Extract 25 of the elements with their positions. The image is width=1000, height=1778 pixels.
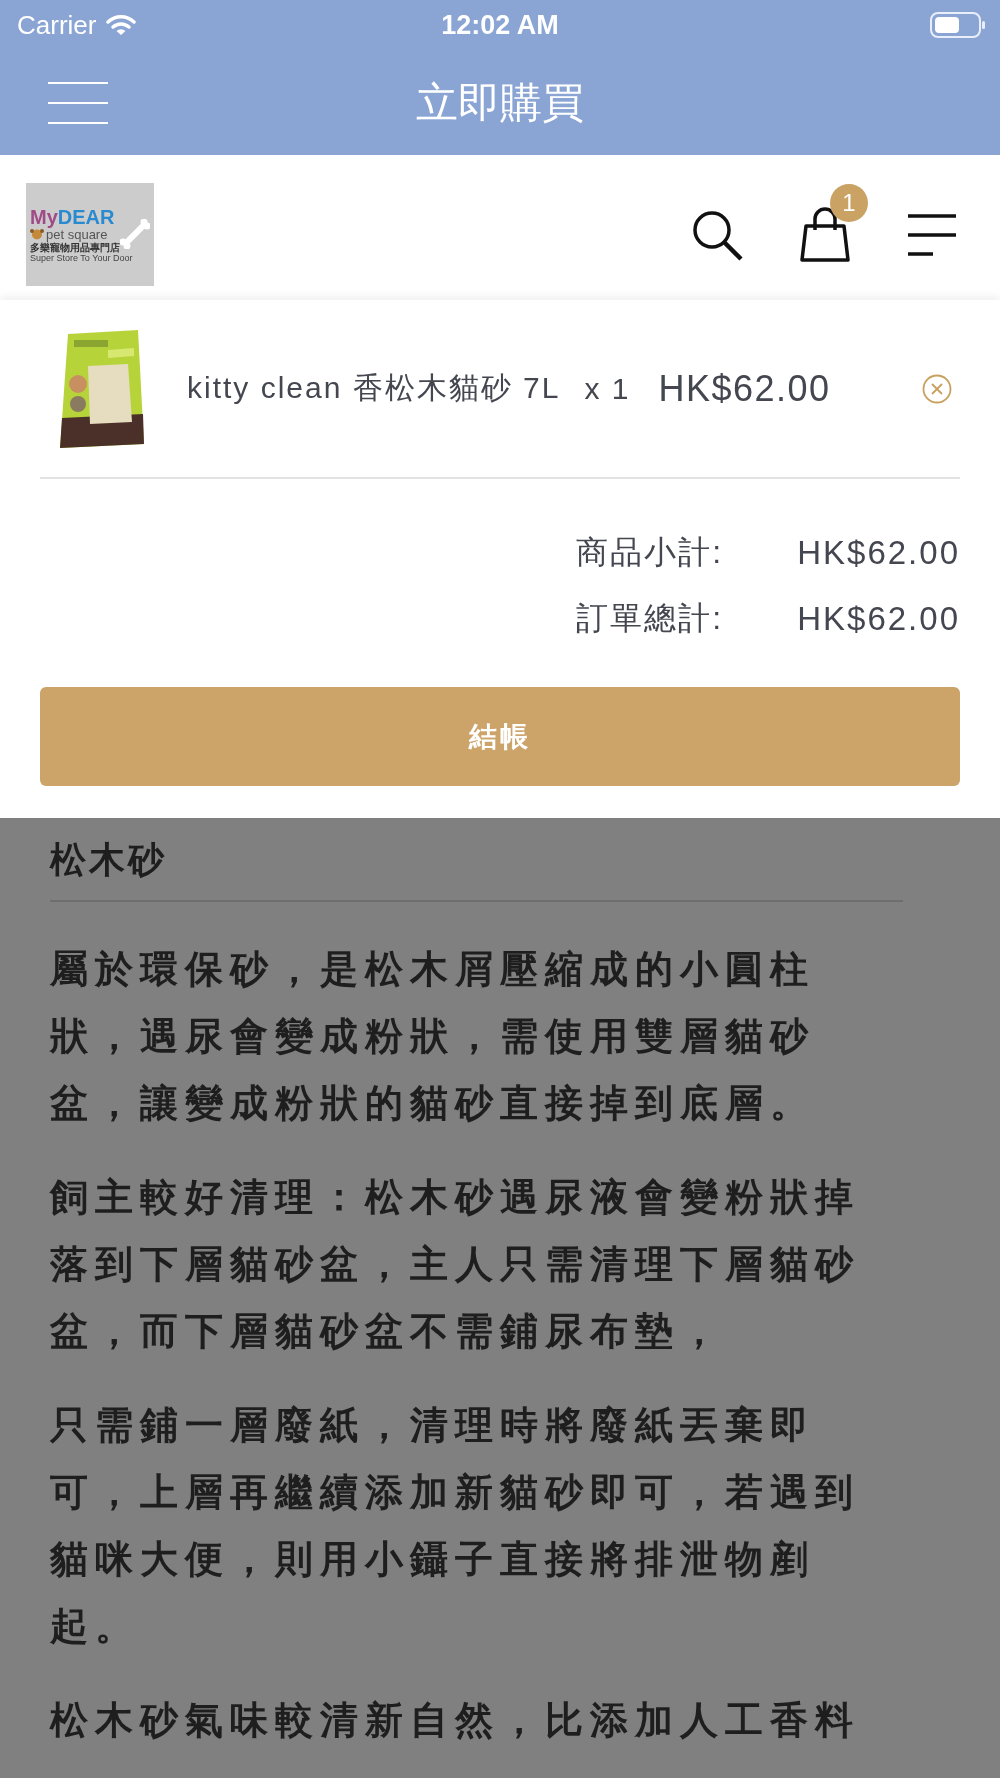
- product-quantity: x 1: [584, 371, 631, 406]
- description-paragraph: 松木砂氣味較清新自然，比添加人工香料: [50, 1698, 861, 1743]
- menu-icon[interactable]: [906, 213, 958, 256]
- description-paragraph: 飼主較好清理：松木砂遇尿液會變粉狀掉落到下層貓砂盆，主人只需清理下層貓砂盆，而下層貓砂盆不需鋪尿布墊，: [50, 1175, 861, 1354]
- product-price: HK$62.00: [658, 367, 831, 410]
- carrier-label: Carrier: [17, 9, 97, 41]
- store-logo[interactable]: MyDEAR pet square 多樂寵物用品專門店 Super Store To Your Door: [26, 183, 154, 286]
- summary-value: HK$62.00: [797, 534, 960, 572]
- cart-count-badge: 1: [830, 183, 868, 222]
- summary-label: 訂單總計:: [576, 599, 724, 638]
- clock-time: 12:02 AM: [441, 9, 559, 41]
- summary-value: HK$62.00: [797, 600, 960, 638]
- logo-tagline: 多樂寵物用品專門店: [30, 241, 121, 253]
- dog-face-icon: [30, 228, 44, 240]
- description-paragraph: 屬於環保砂，是松木屑壓縮成的小圓柱狀，遇尿會變成粉狀，需使用雙層貓砂盆，讓變成粉狀的貓砂直接掉到底層。: [50, 947, 816, 1126]
- logo-wordmark: MyDEAR: [30, 206, 116, 227]
- section-heading: 松木砂: [50, 838, 168, 882]
- wifi-icon: [106, 14, 137, 36]
- logo-slogan: Super Store To Your Door: [30, 252, 134, 263]
- product-name[interactable]: kitty clean 香松木貓砂 7L: [187, 368, 561, 409]
- description-paragraph: 只需鋪一層廢紙，清理時將廢紙丟棄即可，上層再繼續添加新貓砂即可，若遇到貓咪大便，則用小鑷子直接將排泄物剷起。: [50, 1403, 861, 1649]
- bone-icon: [120, 219, 150, 249]
- page-title: 立即購買: [416, 77, 584, 128]
- summary-label: 商品小計:: [576, 533, 724, 572]
- battery-icon: [930, 12, 986, 38]
